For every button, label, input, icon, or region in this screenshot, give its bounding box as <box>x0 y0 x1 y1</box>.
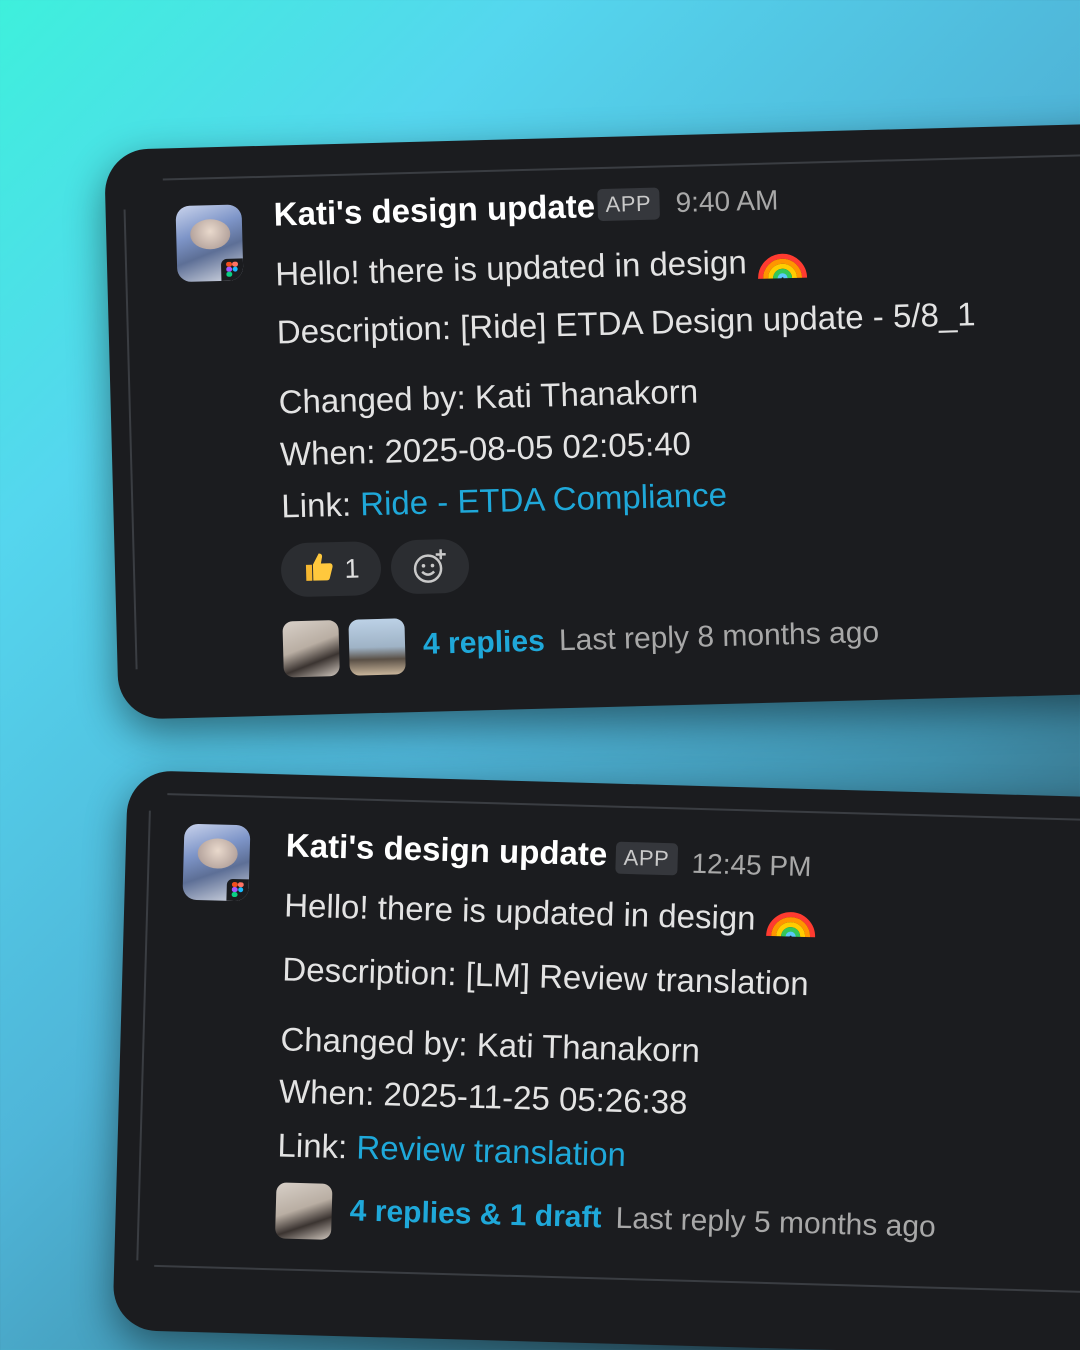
reply-avatar-2[interactable] <box>348 618 406 676</box>
greeting-line: Hello! there is updated in design <box>275 230 810 296</box>
greeting-text: Hello! there is updated in design <box>283 886 757 937</box>
bot-avatar[interactable] <box>175 204 244 283</box>
figma-icon <box>226 878 249 902</box>
figma-file-link[interactable]: Review translation <box>356 1129 627 1174</box>
avatar-face <box>197 837 239 870</box>
message-card-1: Kati's design update APP 9:40 AM Hello! … <box>104 122 1080 720</box>
card-top-divider <box>162 152 1080 181</box>
figma-icon <box>220 258 244 281</box>
card-left-divider <box>136 810 151 1261</box>
card-top-divider <box>167 793 1080 824</box>
add-reaction-button[interactable] <box>390 538 470 595</box>
when-line: When: 2025-08-05 02:05:40 <box>279 424 692 473</box>
last-reply-text: Last reply 8 months ago <box>558 615 880 658</box>
description-line: Description: [Ride] ETDA Design update -… <box>276 295 976 351</box>
avatar-face <box>189 218 231 250</box>
page-background: { "messages": [ { "sender": "Kati's desi… <box>0 0 1080 1350</box>
changed-by-line: Changed by: Kati Thanakorn <box>278 372 699 421</box>
reply-avatar-1[interactable] <box>274 1182 333 1240</box>
sender-name[interactable]: Kati's design update <box>273 187 595 233</box>
last-reply-text: Last reply 5 months ago <box>615 1201 937 1244</box>
card-left-divider <box>123 209 138 670</box>
message-time[interactable]: 12:45 PM <box>691 848 812 883</box>
replies-link[interactable]: 4 replies <box>423 625 546 662</box>
description-line: Description: [LM] Review translation <box>281 950 810 1003</box>
sender-name[interactable]: Kati's design update <box>285 826 607 873</box>
when-line: When: 2025-11-25 05:26:38 <box>278 1072 688 1121</box>
app-badge: APP <box>615 841 678 876</box>
message-time[interactable]: 9:40 AM <box>675 184 779 219</box>
link-line: Link: Review translation <box>277 1126 626 1174</box>
add-reaction-icon <box>413 549 446 583</box>
thumbs-up-reaction[interactable]: 1 <box>280 540 382 598</box>
message-card-2: Kati's design update APP 12:45 PM Hello!… <box>112 770 1080 1350</box>
rainbow-emoji-icon <box>766 912 816 938</box>
bot-avatar[interactable] <box>182 823 251 902</box>
link-line: Link: Ride - ETDA Compliance <box>281 476 728 526</box>
reply-avatar-1[interactable] <box>282 620 340 678</box>
changed-by-line: Changed by: Kati Thanakorn <box>280 1020 701 1070</box>
reaction-count: 1 <box>344 552 360 584</box>
card-bottom-divider <box>154 1264 1080 1296</box>
figma-file-link[interactable]: Ride - ETDA Compliance <box>360 476 728 523</box>
rainbow-emoji-icon <box>758 253 808 279</box>
app-badge: APP <box>597 187 660 222</box>
link-label: Link: <box>280 485 361 525</box>
replies-link[interactable]: 4 replies & 1 draft <box>349 1194 602 1235</box>
thumbs-up-icon <box>302 549 337 591</box>
link-label: Link: <box>277 1126 357 1166</box>
greeting-text: Hello! there is updated in design <box>274 243 748 293</box>
greeting-line: Hello! there is updated in design <box>284 874 819 941</box>
